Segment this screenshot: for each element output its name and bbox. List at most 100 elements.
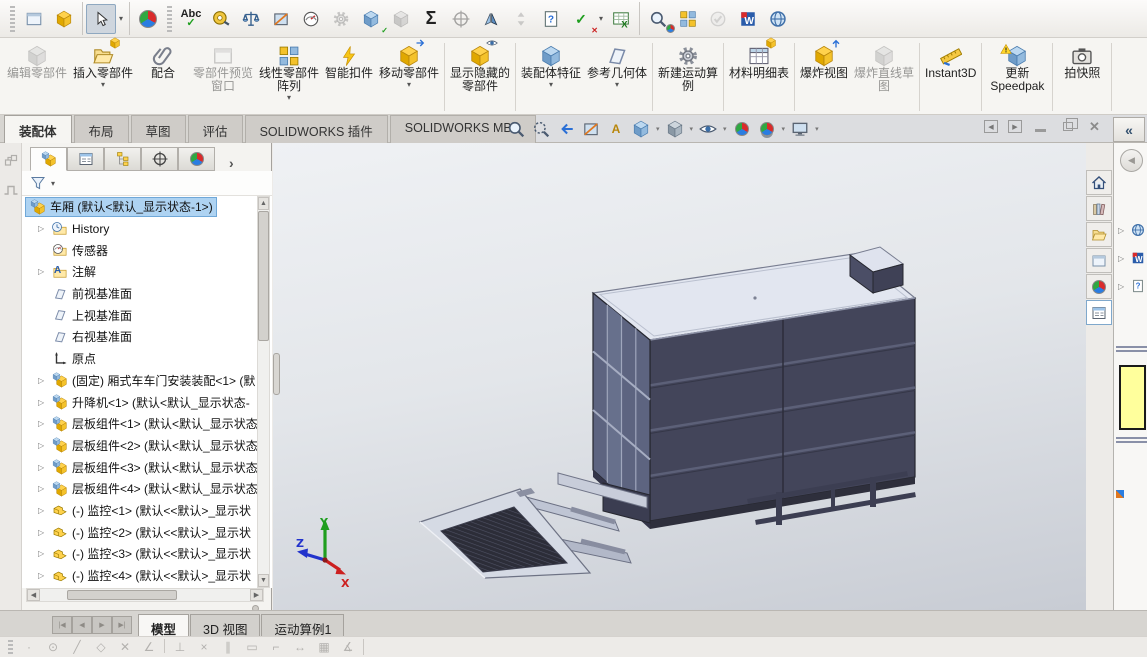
filter-funnel-icon[interactable] bbox=[30, 175, 46, 191]
ribbon-button-assembly-features[interactable]: 装配体特征 ▾ bbox=[518, 40, 584, 114]
prev-tab-button[interactable]: ◀ bbox=[72, 616, 92, 634]
ribbon-button-explode-line-sketch[interactable]: 爆炸直线草图 bbox=[851, 40, 917, 114]
annotations-visibility-icon[interactable]: A bbox=[605, 118, 627, 140]
edit-appearance-icon[interactable] bbox=[133, 4, 163, 34]
tree-item-shelf-assembly-4[interactable]: ▷ 层板组件<4> (默认<默认_显示状态 bbox=[22, 478, 272, 500]
restore-icon[interactable] bbox=[1059, 118, 1078, 134]
tree-item-monitor-2[interactable]: ▷ (-) 监控<2> (默认<<默认>_显示状 bbox=[22, 521, 272, 543]
tree-vertical-scrollbar[interactable]: ▲ ▼ bbox=[257, 196, 270, 588]
custom-properties-icon[interactable] bbox=[1086, 300, 1112, 325]
tree-item-top-plane[interactable]: 上视基准面 bbox=[22, 304, 272, 326]
sketch-polygon-icon[interactable]: ◇ bbox=[89, 640, 113, 654]
tab-display-manager[interactable] bbox=[178, 147, 215, 171]
pane-left-icon[interactable]: ◀ bbox=[984, 120, 998, 133]
previous-view-icon[interactable] bbox=[555, 118, 577, 140]
design-checker-icon[interactable] bbox=[536, 4, 566, 34]
check-entity-icon[interactable]: ✓ bbox=[356, 4, 388, 34]
tree-item-origin[interactable]: 原点 bbox=[22, 348, 272, 370]
new-window-icon[interactable] bbox=[19, 4, 49, 34]
measure-icon[interactable] bbox=[206, 4, 236, 34]
ribbon-button-move-component[interactable]: 移动零部件 ▾ bbox=[376, 40, 442, 114]
minimize-icon[interactable] bbox=[1032, 119, 1049, 134]
equations-icon[interactable]: Σ bbox=[416, 4, 446, 34]
more-tabs-icon[interactable]: › bbox=[229, 155, 234, 171]
display-style-caret[interactable]: ▾ bbox=[690, 125, 694, 133]
sketch-line-icon[interactable]: ╱ bbox=[65, 640, 89, 654]
tab-model[interactable]: 模型 bbox=[138, 614, 190, 637]
ribbon-button-reference-geometry[interactable]: 参考几何体 ▾ bbox=[584, 40, 650, 114]
scroll-left-arrow[interactable]: ◀ bbox=[27, 589, 40, 601]
word-document-icon[interactable] bbox=[733, 4, 763, 34]
task-pane-item[interactable]: ▷ bbox=[1118, 279, 1145, 293]
hide-show-caret[interactable]: ▾ bbox=[723, 125, 727, 133]
tree-item-monitor-3[interactable]: ▷ (-) 监控<3> (默认<<默认>_显示状 bbox=[22, 543, 272, 565]
grid-icon[interactable]: ▦ bbox=[312, 640, 336, 654]
tree-item-shelf-assembly-1[interactable]: ▷ 层板组件<1> (默认<默认_显示状态 bbox=[22, 413, 272, 435]
relation-perpendicular-icon[interactable]: ⊥ bbox=[168, 640, 192, 654]
ribbon-button-show-hidden-components[interactable]: 显示隐藏的零部件 bbox=[447, 40, 513, 114]
ribbon-button-smart-fasteners[interactable]: 智能扣件 bbox=[322, 40, 376, 114]
deviation-analysis-icon[interactable] bbox=[386, 4, 416, 34]
model-lift-platform[interactable] bbox=[418, 488, 592, 579]
dimension-icon[interactable]: ↔ bbox=[288, 640, 312, 654]
scroll-thumb[interactable] bbox=[67, 590, 177, 600]
verification-icon[interactable]: ✓ ✕ bbox=[566, 4, 598, 35]
performance-evaluation-icon[interactable] bbox=[296, 4, 326, 34]
step-icon[interactable] bbox=[3, 181, 19, 197]
toolbar-grip[interactable] bbox=[167, 5, 172, 32]
ribbon-button-exploded-view[interactable]: 爆炸视图 bbox=[797, 40, 851, 114]
edrawings-icon[interactable] bbox=[763, 4, 793, 34]
zoom-to-fit-icon[interactable] bbox=[505, 118, 527, 140]
view-settings-caret[interactable]: ▾ bbox=[815, 125, 819, 133]
tree-item-right-plane[interactable]: 右视基准面 bbox=[22, 326, 272, 348]
mirror-components-icon[interactable] bbox=[476, 4, 506, 34]
toolbar-grip[interactable] bbox=[10, 5, 15, 32]
render-preview-icon[interactable] bbox=[643, 4, 675, 34]
sketch-point-icon[interactable]: · bbox=[17, 640, 41, 654]
tree-item-monitor-4[interactable]: ▷ (-) 监控<4> (默认<<默认>_显示状 bbox=[22, 565, 272, 587]
display-style-icon[interactable] bbox=[664, 118, 686, 140]
motion-icon[interactable] bbox=[326, 4, 356, 34]
edit-appearance-icon[interactable] bbox=[731, 118, 753, 140]
tab-evaluate[interactable]: 评估 bbox=[187, 115, 243, 143]
tab-motion-study-1[interactable]: 运动算例1 bbox=[261, 614, 345, 637]
ribbon-button-insert-component[interactable]: 插入零部件 ▾ bbox=[70, 40, 136, 114]
tab-layout[interactable]: 布局 bbox=[73, 115, 129, 143]
tree-item-root-assembly[interactable]: 车厢 (默认<默认_显示状态-1>) bbox=[22, 196, 272, 218]
relation-intersection-icon[interactable]: × bbox=[192, 640, 216, 654]
tab-feature-tree[interactable] bbox=[30, 147, 67, 171]
apply-scene-caret[interactable]: ▾ bbox=[782, 125, 786, 133]
view-orientation-icon[interactable] bbox=[630, 118, 652, 140]
last-tab-button[interactable]: ▶| bbox=[112, 616, 132, 634]
next-tab-button[interactable]: ▶ bbox=[92, 616, 112, 634]
ribbon-button-linear-component-pattern[interactable]: 线性零部件阵列 ▾ bbox=[256, 40, 322, 114]
mass-properties-icon[interactable] bbox=[236, 4, 266, 34]
tree-item-shelf-assembly-3[interactable]: ▷ 层板组件<3> (默认<默认_显示状态 bbox=[22, 456, 272, 478]
tree-item-door-assembly[interactable]: ▷ (固定) 厢式车车门安装装配<1> (默 bbox=[22, 370, 272, 392]
pane-right-icon[interactable]: ▶ bbox=[1008, 120, 1022, 133]
ribbon-button-bill-of-materials[interactable]: 材料明细表 bbox=[726, 40, 792, 114]
tab-3d-views[interactable]: 3D 视图 bbox=[190, 614, 261, 637]
scroll-up-arrow[interactable]: ▲ bbox=[258, 197, 269, 210]
ribbon-button-mate[interactable]: 配合 bbox=[136, 40, 190, 114]
ribbon-button-component-preview-window[interactable]: 零部件预览窗口 bbox=[190, 40, 256, 114]
task-pane-collapse-button[interactable]: « bbox=[1113, 117, 1145, 142]
zoom-to-area-icon[interactable] bbox=[530, 118, 552, 140]
tree-item-front-plane[interactable]: 前视基准面 bbox=[22, 283, 272, 305]
tab-dimxpert-manager[interactable] bbox=[141, 147, 178, 171]
select-dropdown-caret[interactable]: ▾ bbox=[116, 14, 126, 23]
tree-item-monitor-1[interactable]: ▷ (-) 监控<1> (默认<<默认>_显示状 bbox=[22, 500, 272, 522]
section-properties-icon[interactable] bbox=[266, 4, 296, 34]
graphics-viewport[interactable]: Y Z X bbox=[273, 143, 1086, 610]
sketch-offset-icon[interactable]: ⌐ bbox=[264, 640, 288, 654]
panel-splitter-handle[interactable] bbox=[273, 353, 280, 395]
tab-sketch[interactable]: 草图 bbox=[130, 115, 186, 143]
task-pane-back-button[interactable]: ◀ bbox=[1120, 149, 1143, 172]
compress-icon[interactable] bbox=[506, 4, 536, 34]
angle-dimension-icon[interactable]: ∡ bbox=[336, 640, 360, 654]
ribbon-button-new-motion-study[interactable]: 新建运动算例 bbox=[655, 40, 721, 114]
filter-caret[interactable]: ▾ bbox=[48, 179, 58, 188]
tree-item-sensors[interactable]: 传感器 bbox=[22, 239, 272, 261]
ribbon-button-update-speedpak[interactable]: 更新 Speedpak bbox=[984, 40, 1050, 114]
tab-property-manager[interactable] bbox=[67, 147, 104, 171]
